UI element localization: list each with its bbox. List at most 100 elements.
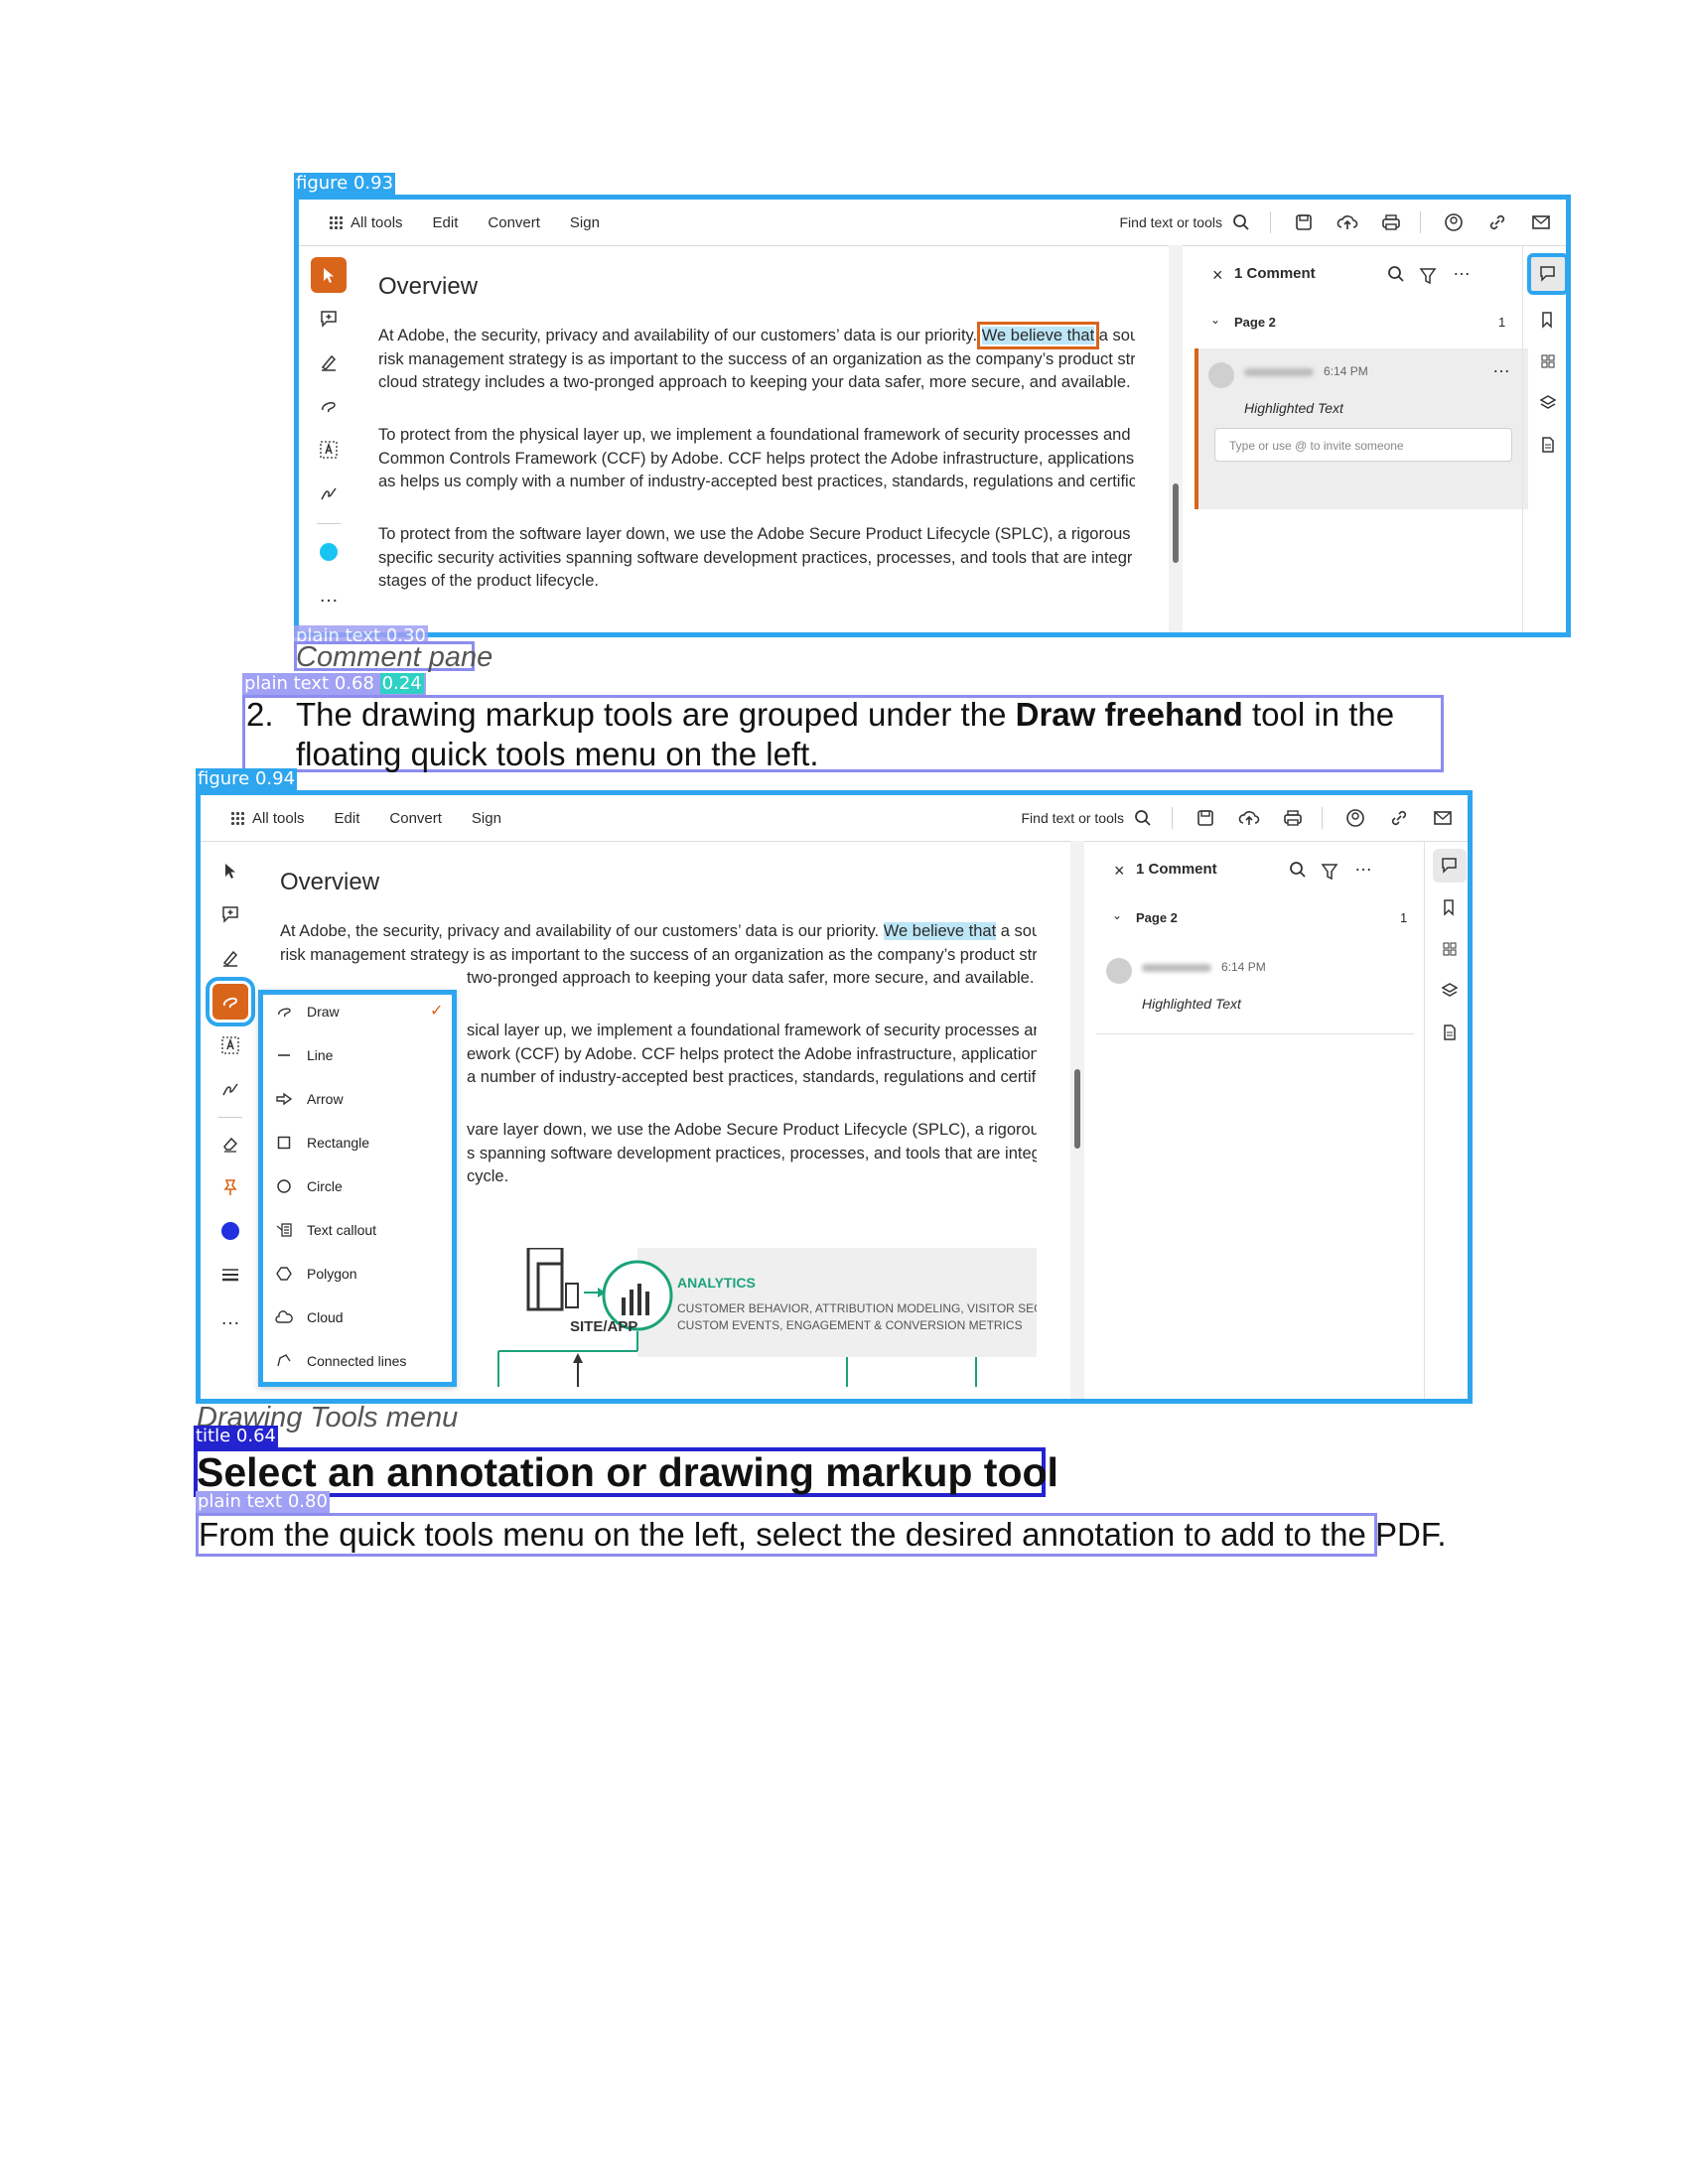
document-page: Overview At Adobe, the security, privacy…	[368, 245, 1135, 632]
text-box-icon[interactable]	[212, 1027, 248, 1063]
doc-paragraph-2: sical layer up, we implement a foundatio…	[467, 1022, 1037, 1086]
pin-icon[interactable]	[212, 1169, 248, 1205]
document-properties-icon[interactable]	[1433, 1016, 1467, 1049]
print-icon[interactable]	[1282, 807, 1304, 829]
close-icon[interactable]: ×	[1212, 265, 1223, 286]
all-tools-icon[interactable]	[329, 215, 343, 229]
arrow-icon	[273, 1088, 295, 1110]
reply-input[interactable]: Type or use @ to invite someone	[1214, 428, 1512, 462]
menu-item-text-callout[interactable]: Text callout	[273, 1219, 376, 1241]
link-icon[interactable]	[1388, 807, 1410, 829]
layers-icon[interactable]	[1531, 386, 1565, 420]
menu-all-tools[interactable]: All tools	[252, 810, 305, 827]
menu-sign[interactable]: Sign	[570, 214, 600, 231]
menu-sign[interactable]: Sign	[472, 810, 501, 827]
menu-edit[interactable]: Edit	[335, 810, 360, 827]
document-scrollbar[interactable]	[1070, 841, 1084, 1399]
save-icon[interactable]	[1195, 807, 1216, 829]
comment-card[interactable]: 6:14 PM … Highlighted Text Type or use @…	[1195, 348, 1528, 509]
menu-item-rectangle[interactable]: Rectangle	[273, 1132, 369, 1154]
color-picker-icon[interactable]	[212, 1213, 248, 1249]
highlight-icon[interactable]	[212, 940, 248, 976]
comment-type: Highlighted Text	[1142, 996, 1241, 1012]
search-comments-icon[interactable]	[1387, 265, 1405, 287]
bookmark-icon[interactable]	[1531, 303, 1565, 337]
blurred-username	[1142, 964, 1211, 972]
share-user-icon[interactable]	[1443, 211, 1465, 233]
sign-icon[interactable]	[212, 1071, 248, 1107]
menu-item-line[interactable]: Line	[273, 1044, 333, 1066]
analytics-line-2: CUSTOM EVENTS, ENGAGEMENT & CONVERSION M…	[677, 1318, 1023, 1332]
menu-convert[interactable]: Convert	[488, 214, 540, 231]
comment-type: Highlighted Text	[1244, 400, 1343, 416]
chevron-down-icon[interactable]: ⌄	[1210, 313, 1220, 327]
cloud-upload-icon[interactable]	[1336, 211, 1358, 233]
link-icon[interactable]	[1486, 211, 1508, 233]
menu-item-connected-lines[interactable]: Connected lines	[273, 1350, 406, 1372]
text-box-icon[interactable]	[311, 432, 347, 468]
chevron-down-icon[interactable]: ⌄	[1112, 908, 1122, 922]
doc-paragraph-1: At Adobe, the security, privacy and avai…	[378, 322, 1135, 391]
find-text-or-tools-label[interactable]: Find text or tools	[1022, 810, 1125, 826]
highlighted-text[interactable]: We believe that	[976, 322, 1100, 349]
draw-freehand-icon[interactable]	[206, 977, 255, 1026]
search-icon[interactable]	[1132, 807, 1154, 829]
line-icon	[273, 1044, 295, 1066]
highlighted-text[interactable]: We believe that	[883, 922, 997, 940]
thumbnails-icon[interactable]	[1531, 344, 1565, 378]
menu-item-cloud[interactable]: Cloud	[273, 1306, 344, 1328]
bookmark-icon[interactable]	[1433, 890, 1467, 924]
avatar	[1106, 958, 1132, 984]
caption-comment-pane: Comment pane	[296, 641, 493, 673]
more-tools-icon[interactable]: …	[311, 578, 347, 614]
search-icon[interactable]	[1230, 211, 1252, 233]
close-icon[interactable]: ×	[1114, 861, 1125, 882]
menu-convert[interactable]: Convert	[389, 810, 442, 827]
find-text-or-tools-label[interactable]: Find text or tools	[1120, 214, 1223, 230]
comment-card[interactable]: 6:14 PM Highlighted Text	[1096, 944, 1414, 1034]
line-weight-icon[interactable]	[212, 1257, 248, 1293]
share-user-icon[interactable]	[1344, 807, 1366, 829]
more-tools-icon[interactable]: …	[212, 1300, 248, 1336]
print-icon[interactable]	[1380, 211, 1402, 233]
color-picker-icon[interactable]	[311, 534, 347, 570]
select-tool-icon[interactable]	[212, 853, 248, 888]
page-comment-count: 1	[1498, 315, 1506, 330]
more-options-icon[interactable]: …	[1453, 259, 1471, 280]
filter-icon[interactable]	[1321, 863, 1338, 885]
add-comment-icon[interactable]	[311, 301, 347, 337]
thumbnails-icon[interactable]	[1433, 932, 1467, 966]
email-icon[interactable]	[1530, 211, 1552, 233]
highlight-icon[interactable]	[311, 344, 347, 380]
menu-item-draw[interactable]: Draw	[273, 1001, 340, 1023]
add-comment-icon[interactable]	[212, 896, 248, 932]
select-tool-icon[interactable]	[311, 257, 347, 293]
save-icon[interactable]	[1293, 211, 1315, 233]
comment-pane-icon[interactable]	[1433, 849, 1467, 883]
menu-item-polygon[interactable]: Polygon	[273, 1263, 357, 1285]
document-scrollbar[interactable]	[1169, 245, 1183, 632]
comment-pane-icon[interactable]	[1527, 253, 1569, 295]
draw-freehand-icon[interactable]	[311, 388, 347, 424]
title-detection-label: title 0.64	[194, 1426, 278, 1447]
menu-item-arrow[interactable]: Arrow	[273, 1088, 344, 1110]
comment-more-icon[interactable]: …	[1492, 356, 1510, 377]
doc-paragraph-3: To protect from the software layer down,…	[378, 525, 1135, 590]
cloud-upload-icon[interactable]	[1238, 807, 1260, 829]
all-tools-icon[interactable]	[230, 811, 244, 825]
menu-edit[interactable]: Edit	[433, 214, 459, 231]
doc-paragraph-3: vare layer down, we use the Adobe Secure…	[467, 1121, 1037, 1185]
page-label: Page 2	[1234, 315, 1276, 330]
menu-item-circle[interactable]: Circle	[273, 1175, 343, 1197]
more-options-icon[interactable]: …	[1354, 855, 1372, 876]
quick-tools-menu: …	[307, 257, 351, 621]
menu-all-tools[interactable]: All tools	[351, 214, 403, 231]
filter-icon[interactable]	[1419, 267, 1437, 289]
document-properties-icon[interactable]	[1531, 428, 1565, 462]
eraser-icon[interactable]	[212, 1126, 248, 1161]
search-comments-icon[interactable]	[1289, 861, 1307, 883]
email-icon[interactable]	[1432, 807, 1454, 829]
sign-icon[interactable]	[311, 476, 347, 511]
text-callout-icon	[273, 1219, 295, 1241]
layers-icon[interactable]	[1433, 974, 1467, 1008]
